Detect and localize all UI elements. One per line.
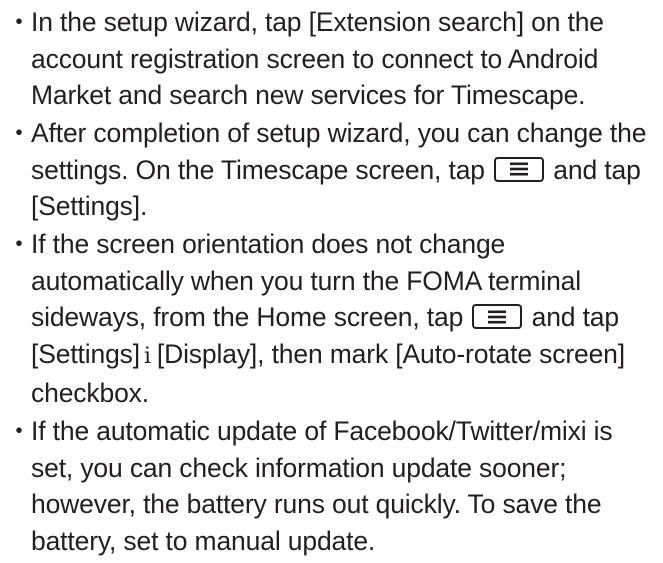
list-item: ・ In the setup wizard, tap [Extension se… bbox=[0, 4, 660, 114]
list-item: ・ After completion of setup wizard, you … bbox=[0, 115, 660, 225]
note-text-auto-update: If the automatic update of Facebook/Twit… bbox=[31, 416, 613, 556]
bullet-marker: ・ bbox=[6, 118, 32, 148]
arrow-glyph: i bbox=[143, 343, 151, 369]
bullet-marker: ・ bbox=[6, 7, 32, 37]
list-item: ・ If the automatic update of Facebook/Tw… bbox=[0, 413, 660, 559]
list-item: ・ If the screen orientation does not cha… bbox=[0, 226, 660, 412]
menu-key-icon bbox=[472, 304, 523, 329]
manual-page: ・ In the setup wizard, tap [Extension se… bbox=[0, 0, 663, 563]
bullet-marker: ・ bbox=[6, 229, 32, 259]
notes-list: ・ In the setup wizard, tap [Extension se… bbox=[0, 4, 660, 561]
note-text-extension-search: In the setup wizard, tap [Extension sear… bbox=[31, 7, 604, 110]
bullet-marker: ・ bbox=[6, 416, 32, 446]
menu-key-icon bbox=[494, 156, 545, 182]
